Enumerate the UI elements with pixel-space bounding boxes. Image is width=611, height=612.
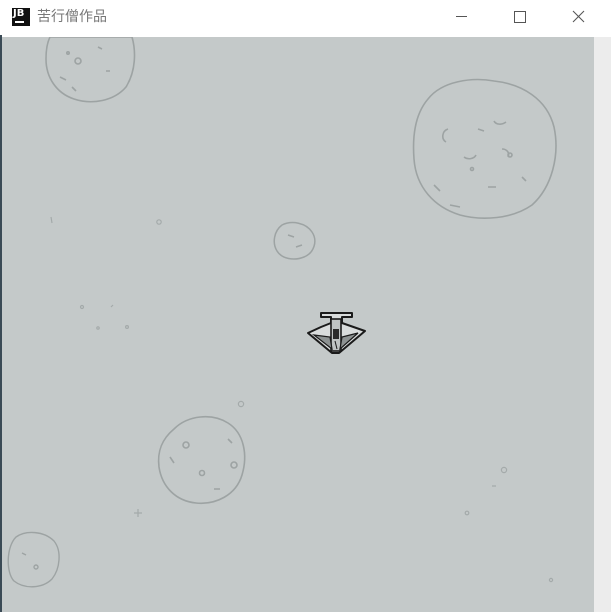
game-window: JB 苦行僧作品 bbox=[0, 0, 611, 612]
game-canvas[interactable] bbox=[2, 37, 594, 612]
player-ship bbox=[307, 312, 366, 354]
asteroid-top-left bbox=[45, 37, 136, 103]
title-bar[interactable]: JB 苦行僧作品 bbox=[0, 0, 611, 35]
close-button[interactable] bbox=[555, 0, 601, 35]
minimize-button[interactable] bbox=[438, 0, 484, 35]
asteroid-corner bbox=[7, 531, 60, 588]
app-icon: JB bbox=[12, 8, 30, 26]
space-debris bbox=[50, 216, 554, 583]
close-icon bbox=[572, 10, 585, 23]
asteroid-medium bbox=[157, 416, 246, 504]
minimize-icon bbox=[456, 16, 467, 17]
asteroid-large bbox=[412, 78, 557, 219]
window-right-edge bbox=[594, 37, 611, 612]
asteroid-small bbox=[273, 221, 316, 260]
app-icon-text: JB bbox=[13, 8, 25, 19]
window-title: 苦行僧作品 bbox=[37, 9, 107, 25]
maximize-button[interactable] bbox=[497, 0, 543, 35]
maximize-icon bbox=[514, 11, 526, 23]
